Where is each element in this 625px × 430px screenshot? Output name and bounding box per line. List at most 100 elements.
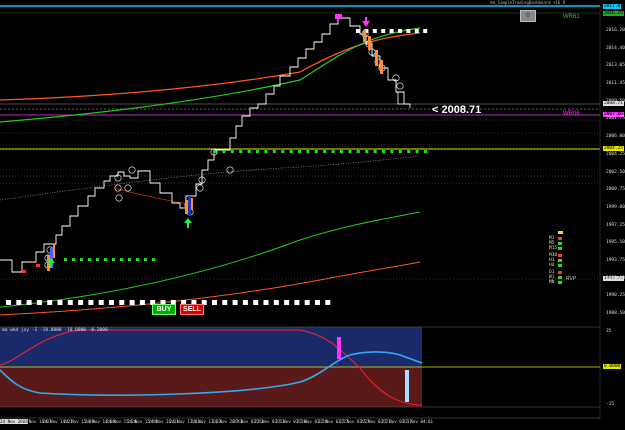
white-dot xyxy=(398,29,402,33)
price-tick: 2016.20 xyxy=(606,28,625,33)
white-dot xyxy=(372,29,377,33)
white-dot xyxy=(139,300,145,305)
green-dot xyxy=(152,258,155,261)
green-dot xyxy=(323,150,327,153)
green-dot xyxy=(128,258,131,261)
price-tick: 1997.25 xyxy=(606,222,625,228)
wr61-label: WR61 xyxy=(563,14,580,20)
white-dot xyxy=(222,300,228,305)
osc-tick-bottom: -25 xyxy=(606,402,615,407)
price-tick: 1992.00 xyxy=(606,275,625,281)
green-dot xyxy=(365,150,369,153)
price-tick: 2011.45 xyxy=(606,81,625,87)
ma-green-upper xyxy=(0,27,421,123)
white-dot xyxy=(47,300,53,305)
white-dot xyxy=(423,29,428,33)
white-dot xyxy=(325,300,331,305)
green-dot xyxy=(136,258,139,261)
white-dot xyxy=(294,300,300,305)
white-dot xyxy=(67,300,73,305)
osc-zero-tag: 0.0000 xyxy=(603,364,622,369)
green-dot xyxy=(144,258,147,261)
white-dot xyxy=(119,300,125,305)
signal-circle xyxy=(115,194,123,202)
price-tick: 2007.75 xyxy=(606,116,625,122)
timeframe-markers xyxy=(558,231,563,284)
ma-orange-upper xyxy=(0,32,421,101)
oscillator-label: ma wkd joy -1 -10.0000 -10.0000 -0.2000 xyxy=(2,328,108,333)
green-dot xyxy=(407,150,411,153)
green-dot xyxy=(314,150,318,153)
green-dot xyxy=(120,258,123,261)
green-dot xyxy=(222,150,226,153)
white-dot xyxy=(232,300,238,305)
white-dot xyxy=(263,300,269,305)
white-dot xyxy=(381,29,386,33)
green-dot xyxy=(348,150,352,153)
white-dot xyxy=(109,300,114,305)
green-dot xyxy=(247,150,251,153)
green-dot xyxy=(306,150,310,153)
price-tick: 2006.00 xyxy=(606,134,625,140)
time-tick: 27 Nov 04:01 xyxy=(402,419,434,424)
top-box[interactable]: 0 xyxy=(520,10,536,22)
green-dot xyxy=(230,150,234,153)
price-tick: 2014.40 xyxy=(606,45,625,51)
rvp-label: RVP xyxy=(566,276,577,282)
green-dot xyxy=(398,150,402,153)
tf-status-marker xyxy=(558,237,562,240)
signal-circle xyxy=(196,184,204,192)
green-dot xyxy=(104,258,107,261)
green-dot xyxy=(96,258,99,261)
price-tick: 2002.50 xyxy=(606,169,625,175)
green-dot xyxy=(340,150,343,153)
green-dot xyxy=(331,150,335,153)
trading-chart[interactable]: ma_SimpleTradingDashboard +16.0 0 WR61 W… xyxy=(0,0,625,426)
green-dot xyxy=(415,150,419,153)
price-tick: 1990.25 xyxy=(606,293,625,299)
price-tick: 2004.25 xyxy=(606,151,625,157)
up-arrow-icon xyxy=(184,218,192,228)
white-dot xyxy=(315,300,320,305)
green-dot xyxy=(356,150,360,153)
down-arrow-icon xyxy=(362,17,370,27)
green-dot xyxy=(72,258,75,261)
tf-label-mn: MN xyxy=(549,280,555,285)
green-dot xyxy=(382,150,385,153)
green-dot xyxy=(281,150,285,153)
white-dot xyxy=(389,29,394,33)
tf-status-marker xyxy=(558,259,562,262)
ma-orange-lower xyxy=(0,261,421,316)
white-dot xyxy=(88,300,94,305)
price-tick: 1993.75 xyxy=(606,257,625,263)
signal-circle xyxy=(124,184,132,192)
white-dot xyxy=(242,300,248,305)
white-dot xyxy=(253,300,259,305)
tf-status-marker xyxy=(558,231,563,234)
oscillator-lower-bg xyxy=(0,367,422,407)
price-tick: 1988.50 xyxy=(606,311,625,316)
green-dot xyxy=(373,150,377,153)
sell-button[interactable]: SELL xyxy=(180,304,204,315)
magenta-marker xyxy=(335,14,342,19)
white-dot xyxy=(78,300,84,305)
white-dot xyxy=(129,300,135,305)
oscillator-panel xyxy=(0,326,600,408)
wr06-label: WR06 xyxy=(563,111,580,117)
green-dot xyxy=(390,150,394,153)
tf-label-m15: M15 xyxy=(549,246,558,251)
tf-status-marker xyxy=(558,264,562,267)
oscillator-light-bar xyxy=(405,370,409,402)
white-dot xyxy=(36,300,42,305)
price-chart-canvas[interactable] xyxy=(0,0,625,426)
white-dot xyxy=(273,300,279,305)
white-dot xyxy=(414,29,419,33)
tf-status-marker xyxy=(558,276,562,279)
osc-tick-top: 25 xyxy=(606,329,612,334)
white-dot xyxy=(212,300,217,305)
white-dot xyxy=(6,300,11,305)
buy-button[interactable]: BUY xyxy=(152,304,176,315)
green-dot xyxy=(424,150,427,153)
signal-circle-markers xyxy=(44,30,404,269)
green-dot xyxy=(64,258,67,261)
